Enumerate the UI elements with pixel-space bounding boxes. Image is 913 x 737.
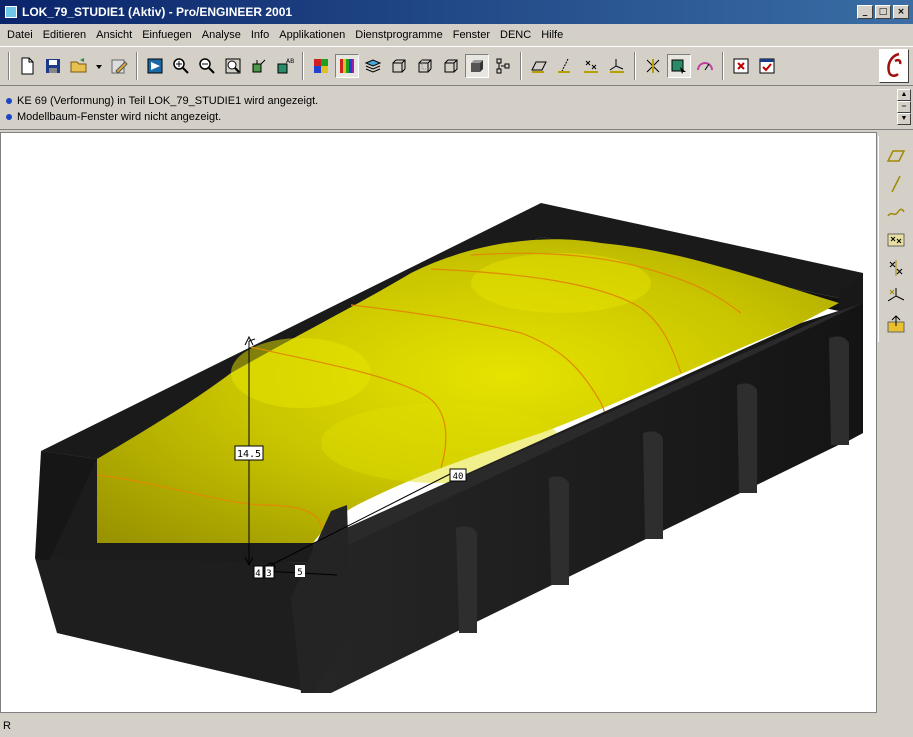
- menu-applikationen[interactable]: Applikationen: [274, 29, 350, 41]
- message-scrollbar[interactable]: ▲ ═ ▼: [897, 89, 911, 127]
- title-bar: LOK_79_STUDIE1 (Aktiv) - Pro/ENGINEER 20…: [0, 0, 913, 24]
- menu-fenster[interactable]: Fenster: [448, 29, 495, 41]
- shaded-icon[interactable]: [465, 54, 489, 78]
- message-line: Modellbaum-Fenster wird nicht angezeigt.: [6, 111, 221, 123]
- svg-text:AB: AB: [286, 58, 294, 65]
- saved-views-icon[interactable]: AB: [273, 54, 297, 78]
- zoom-window-icon[interactable]: [221, 54, 245, 78]
- select-icon[interactable]: [667, 54, 691, 78]
- menu-datei[interactable]: Datei: [2, 29, 38, 41]
- datum-toolbar: [878, 136, 913, 342]
- wireframe-icon[interactable]: [387, 54, 411, 78]
- datum-points-icon[interactable]: [579, 54, 603, 78]
- graphics-viewport[interactable]: 14.5 40 5 4 3: [0, 132, 877, 713]
- wall-rib: [456, 526, 477, 633]
- app-icon[interactable]: [5, 6, 17, 18]
- main-toolbar: AB: [0, 46, 913, 86]
- menu-ansicht[interactable]: Ansicht: [91, 29, 137, 41]
- coordinate-system-icon[interactable]: [605, 54, 629, 78]
- scroll-up-icon[interactable]: ▲: [897, 89, 911, 101]
- message-text: Modellbaum-Fenster wird nicht angezeigt.: [17, 111, 222, 123]
- scroll-thumb[interactable]: ═: [897, 101, 911, 113]
- layers-icon[interactable]: [361, 54, 385, 78]
- no-hidden-icon[interactable]: [439, 54, 463, 78]
- wall-rib: [549, 476, 569, 585]
- menu-hilfe[interactable]: Hilfe: [536, 29, 568, 41]
- new-file-icon[interactable]: [15, 54, 39, 78]
- dimension-value[interactable]: 14.5: [237, 449, 261, 460]
- model-colors-icon[interactable]: [335, 54, 359, 78]
- datum-axis-tool-icon[interactable]: [884, 172, 908, 196]
- menu-einfuegen[interactable]: Einfuegen: [137, 29, 197, 41]
- dimension-value[interactable]: 5: [297, 568, 302, 578]
- toolbar-separator: [136, 52, 138, 80]
- dimension-value[interactable]: 40: [453, 472, 464, 482]
- menu-info[interactable]: Info: [246, 29, 274, 41]
- repaint-icon[interactable]: [143, 54, 167, 78]
- datum-plane-tool-icon[interactable]: [884, 144, 908, 168]
- zoom-in-icon[interactable]: [169, 54, 193, 78]
- edit-sketch-icon[interactable]: [107, 54, 131, 78]
- surface-highlight: [471, 253, 651, 313]
- datum-point-tool-icon[interactable]: [884, 228, 908, 252]
- activate-window-icon[interactable]: [755, 54, 779, 78]
- minimize-button[interactable]: _: [857, 5, 873, 19]
- maximize-button[interactable]: □: [875, 5, 891, 19]
- datum-curve-tool-icon[interactable]: [884, 200, 908, 224]
- spin-center-icon[interactable]: [641, 54, 665, 78]
- dropdown-arrow-icon[interactable]: [93, 54, 105, 78]
- model-view[interactable]: 14.5 40 5 4 3: [1, 133, 877, 713]
- zoom-out-icon[interactable]: [195, 54, 219, 78]
- message-line: KE 69 (Verformung) in Teil LOK_79_STUDIE…: [6, 95, 318, 107]
- menu-analyse[interactable]: Analyse: [197, 29, 246, 41]
- color-palette-icon[interactable]: [309, 54, 333, 78]
- message-area: KE 69 (Verformung) in Teil LOK_79_STUDIE…: [0, 87, 913, 130]
- measure-icon[interactable]: [693, 54, 717, 78]
- datum-axes-icon[interactable]: [553, 54, 577, 78]
- menu-denc[interactable]: DENC: [495, 29, 536, 41]
- pro-engineer-logo-icon[interactable]: [879, 49, 909, 83]
- dimension-value[interactable]: 3: [266, 569, 271, 579]
- toolbar-separator: [302, 52, 304, 80]
- status-text: R: [3, 719, 11, 732]
- open-folder-icon[interactable]: [67, 54, 91, 78]
- menu-dienstprogramme[interactable]: Dienstprogramme: [350, 29, 447, 41]
- coordinate-system-tool-icon[interactable]: [884, 284, 908, 308]
- save-icon[interactable]: [41, 54, 65, 78]
- orient-icon[interactable]: [247, 54, 271, 78]
- toolbar-separator: [8, 52, 10, 80]
- window-title: LOK_79_STUDIE1 (Aktiv) - Pro/ENGINEER 20…: [22, 5, 293, 19]
- wall-rib: [643, 431, 663, 539]
- scroll-down-icon[interactable]: ▼: [897, 113, 911, 125]
- close-window-icon[interactable]: [729, 54, 753, 78]
- toolbar-separator: [520, 52, 522, 80]
- datum-planes-icon[interactable]: [527, 54, 551, 78]
- status-bar: R: [0, 714, 913, 737]
- menu-bar: Datei Editieren Ansicht Einfuegen Analys…: [0, 24, 913, 46]
- message-bullet-icon: [6, 114, 12, 120]
- toolbar-separator: [722, 52, 724, 80]
- wall-rib: [737, 383, 757, 493]
- message-text: KE 69 (Verformung) in Teil LOK_79_STUDIE…: [17, 95, 319, 107]
- model-tree-icon[interactable]: [491, 54, 515, 78]
- analysis-feature-icon[interactable]: [884, 312, 908, 336]
- menu-editieren[interactable]: Editieren: [38, 29, 91, 41]
- sketched-datum-icon[interactable]: [884, 256, 908, 280]
- message-bullet-icon: [6, 98, 12, 104]
- wall-rib: [829, 336, 849, 445]
- toolbar-separator: [634, 52, 636, 80]
- hidden-line-icon[interactable]: [413, 54, 437, 78]
- close-button[interactable]: ×: [893, 5, 909, 19]
- surface-highlight: [231, 338, 371, 408]
- dimension-value[interactable]: 4: [255, 569, 260, 579]
